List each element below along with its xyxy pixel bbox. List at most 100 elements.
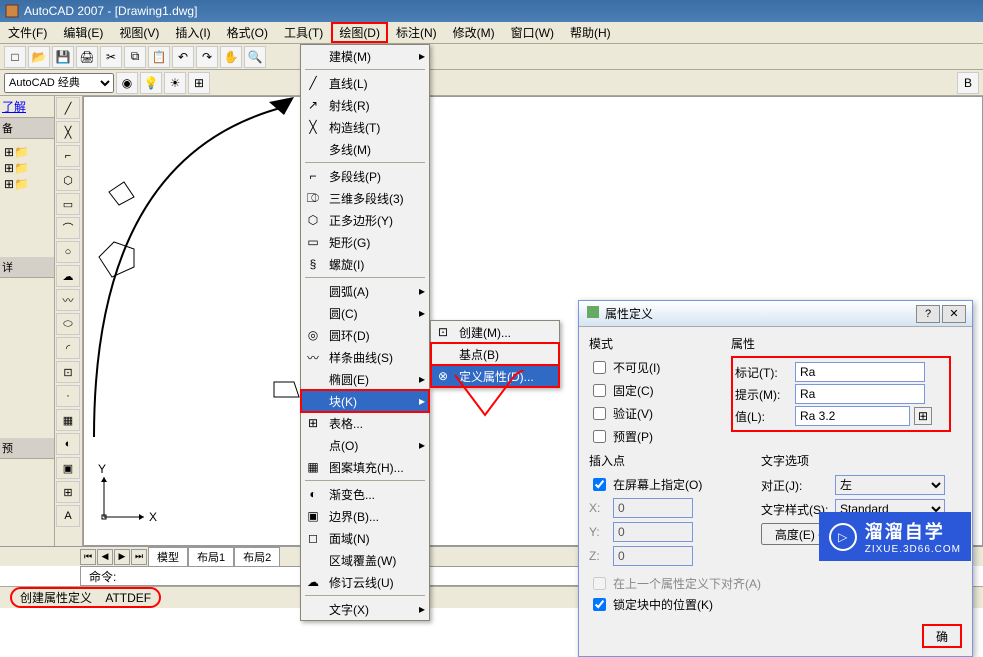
menu-line[interactable]: ╱直线(L) bbox=[301, 72, 429, 94]
text-tool-icon[interactable]: A bbox=[56, 505, 80, 527]
tree-folder-icon[interactable]: ⊞📁 bbox=[4, 177, 50, 191]
copy-icon[interactable]: ⧉ bbox=[124, 46, 146, 68]
menu-point[interactable]: 点(O)▸ bbox=[301, 434, 429, 456]
menu-circle[interactable]: 圆(C)▸ bbox=[301, 302, 429, 324]
menu-rect[interactable]: ▭矩形(G) bbox=[301, 231, 429, 253]
menu-gradient[interactable]: ◐渐变色... bbox=[301, 483, 429, 505]
menu-edit[interactable]: 编辑(E) bbox=[55, 22, 111, 43]
pan-icon[interactable]: ✋ bbox=[220, 46, 242, 68]
menu-window[interactable]: 窗口(W) bbox=[503, 22, 562, 43]
print-icon[interactable]: 🖨 bbox=[76, 46, 98, 68]
panel-section-bei[interactable]: 备 bbox=[0, 118, 54, 139]
spline-tool-icon[interactable]: 〰 bbox=[56, 289, 80, 311]
panel-link[interactable]: 了解 bbox=[0, 96, 54, 118]
tab-last-icon[interactable]: ⏭ bbox=[131, 549, 147, 565]
light-icon[interactable]: 💡 bbox=[140, 72, 162, 94]
menu-format[interactable]: 格式(O) bbox=[219, 22, 276, 43]
workspace-select[interactable]: AutoCAD 经典 bbox=[4, 73, 114, 93]
panel-section-yu[interactable]: 预 bbox=[0, 438, 54, 459]
menu-text[interactable]: 文字(X)▸ bbox=[301, 598, 429, 620]
rect-tool-icon[interactable]: ▭ bbox=[56, 193, 80, 215]
menu-modeling[interactable]: 建模(M)▸ bbox=[301, 45, 429, 67]
menu-insert[interactable]: 插入(I) bbox=[167, 22, 218, 43]
menu-pline[interactable]: ⌐多段线(P) bbox=[301, 165, 429, 187]
ellipse-tool-icon[interactable]: ⬭ bbox=[56, 313, 80, 335]
menu-spline[interactable]: 〰样条曲线(S) bbox=[301, 346, 429, 368]
menu-help[interactable]: 帮助(H) bbox=[562, 22, 619, 43]
menu-draw[interactable]: 绘图(D) bbox=[331, 22, 388, 43]
invisible-checkbox[interactable] bbox=[593, 361, 606, 374]
tree-folder-icon[interactable]: ⊞📁 bbox=[4, 145, 50, 159]
cut-icon[interactable]: ✂ bbox=[100, 46, 122, 68]
menu-revcloud[interactable]: ☁修订云线(U) bbox=[301, 571, 429, 593]
menu-wipeout[interactable]: 区域覆盖(W) bbox=[301, 549, 429, 571]
bold-icon[interactable]: B bbox=[957, 72, 979, 94]
submenu-make[interactable]: ⊡创建(M)... bbox=[431, 321, 559, 343]
menu-view[interactable]: 视图(V) bbox=[111, 22, 167, 43]
menu-region[interactable]: ◻面域(N) bbox=[301, 527, 429, 549]
onscreen-checkbox[interactable] bbox=[593, 478, 606, 491]
menu-table[interactable]: ⊞表格... bbox=[301, 412, 429, 434]
menu-xline[interactable]: ╳构造线(T) bbox=[301, 116, 429, 138]
tag-input[interactable] bbox=[795, 362, 925, 382]
menu-3dpoly[interactable]: ⎄三维多段线(3) bbox=[301, 187, 429, 209]
block-tool-icon[interactable]: ⊡ bbox=[56, 361, 80, 383]
menu-tools[interactable]: 工具(T) bbox=[276, 22, 331, 43]
tab-next-icon[interactable]: ▶ bbox=[114, 549, 130, 565]
menu-boundary[interactable]: ▣边界(B)... bbox=[301, 505, 429, 527]
sun-icon[interactable]: ☀ bbox=[164, 72, 186, 94]
save-icon[interactable]: 💾 bbox=[52, 46, 74, 68]
layer-icon[interactable]: ◉ bbox=[116, 72, 138, 94]
ok-button[interactable]: 确 bbox=[922, 624, 962, 648]
menu-mline[interactable]: 多线(M) bbox=[301, 138, 429, 160]
revcloud-tool-icon[interactable]: ☁ bbox=[56, 265, 80, 287]
tab-layout2[interactable]: 布局2 bbox=[234, 547, 280, 567]
tab-prev-icon[interactable]: ◀ bbox=[97, 549, 113, 565]
menu-polygon[interactable]: ⬡正多边形(Y) bbox=[301, 209, 429, 231]
dialog-close-button[interactable]: ✕ bbox=[942, 305, 966, 323]
value-pick-icon[interactable]: ⊞ bbox=[914, 407, 932, 425]
tree-folder-icon[interactable]: ⊞📁 bbox=[4, 161, 50, 175]
menu-donut[interactable]: ◎圆环(D) bbox=[301, 324, 429, 346]
constant-checkbox[interactable] bbox=[593, 384, 606, 397]
menu-ellipse[interactable]: 椭圆(E)▸ bbox=[301, 368, 429, 390]
dialog-help-button[interactable]: ? bbox=[916, 305, 940, 323]
menu-hatch[interactable]: ▦图案填充(H)... bbox=[301, 456, 429, 478]
menu-helix[interactable]: §螺旋(I) bbox=[301, 253, 429, 275]
verify-checkbox[interactable] bbox=[593, 407, 606, 420]
pline-tool-icon[interactable]: ⌐ bbox=[56, 145, 80, 167]
ellipsearc-tool-icon[interactable]: ◜ bbox=[56, 337, 80, 359]
hatch-tool-icon[interactable]: ▦ bbox=[56, 409, 80, 431]
menu-block[interactable]: 块(K)▸ bbox=[301, 390, 429, 412]
gradient-tool-icon[interactable]: ◐ bbox=[56, 433, 80, 455]
xline-tool-icon[interactable]: ╳ bbox=[56, 121, 80, 143]
region-tool-icon[interactable]: ▣ bbox=[56, 457, 80, 479]
arc-tool-icon[interactable]: ⌒ bbox=[56, 217, 80, 239]
value-input[interactable] bbox=[795, 406, 910, 426]
menu-ray[interactable]: ↗射线(R) bbox=[301, 94, 429, 116]
submenu-base[interactable]: 基点(B) bbox=[431, 343, 559, 365]
menu-modify[interactable]: 修改(M) bbox=[445, 22, 503, 43]
properties-icon[interactable]: ⊞ bbox=[188, 72, 210, 94]
prompt-input[interactable] bbox=[795, 384, 925, 404]
paste-icon[interactable]: 📋 bbox=[148, 46, 170, 68]
undo-icon[interactable]: ↶ bbox=[172, 46, 194, 68]
line-tool-icon[interactable]: ╱ bbox=[56, 97, 80, 119]
point-tool-icon[interactable]: · bbox=[56, 385, 80, 407]
panel-section-xiang[interactable]: 详 bbox=[0, 257, 54, 278]
tab-first-icon[interactable]: ⏮ bbox=[80, 549, 96, 565]
submenu-attdef[interactable]: ⊗定义属性(D)... bbox=[431, 365, 559, 387]
new-icon[interactable]: □ bbox=[4, 46, 26, 68]
table-tool-icon[interactable]: ⊞ bbox=[56, 481, 80, 503]
justify-select[interactable]: 左 bbox=[835, 475, 945, 495]
redo-icon[interactable]: ↷ bbox=[196, 46, 218, 68]
zoom-icon[interactable]: 🔍 bbox=[244, 46, 266, 68]
menu-arc[interactable]: 圆弧(A)▸ bbox=[301, 280, 429, 302]
circle-tool-icon[interactable]: ○ bbox=[56, 241, 80, 263]
tab-layout1[interactable]: 布局1 bbox=[188, 547, 234, 567]
tab-model[interactable]: 模型 bbox=[148, 547, 188, 567]
menu-dimension[interactable]: 标注(N) bbox=[388, 22, 445, 43]
open-icon[interactable]: 📂 bbox=[28, 46, 50, 68]
menu-file[interactable]: 文件(F) bbox=[0, 22, 55, 43]
polygon-tool-icon[interactable]: ⬡ bbox=[56, 169, 80, 191]
